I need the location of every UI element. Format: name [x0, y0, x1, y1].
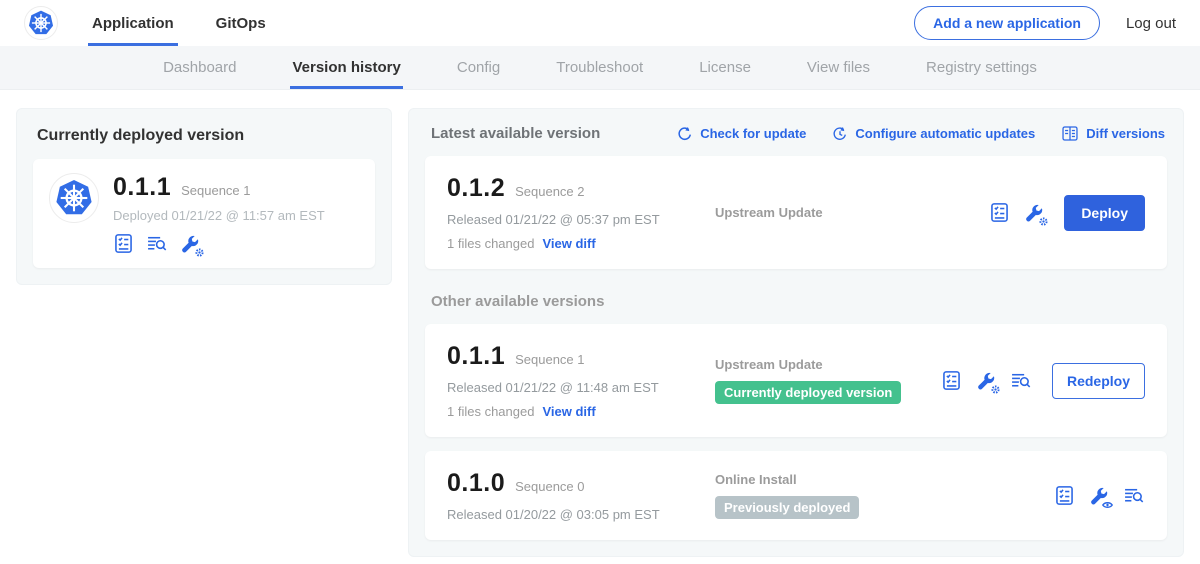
deploy-button[interactable]: Deploy — [1064, 195, 1145, 231]
deployed-version-info: 0.1.1 Sequence 1 Deployed 01/21/22 @ 11:… — [113, 173, 325, 254]
check-for-update-label: Check for update — [700, 126, 806, 141]
subnav-tab-view-files[interactable]: View files — [805, 46, 872, 89]
version-actions: Check for update Configure automatic upd… — [677, 125, 1165, 142]
sequence-label: Sequence 1 — [515, 352, 584, 367]
deployed-timestamp: Deployed 01/21/22 @ 11:57 am EST — [113, 208, 325, 223]
add-application-button[interactable]: Add a new application — [914, 6, 1100, 40]
wrench-gear-icon[interactable] — [180, 234, 200, 254]
config-checklist-icon[interactable] — [941, 370, 962, 391]
currently-deployed-card: 0.1.1 Sequence 1 Deployed 01/21/22 @ 11:… — [33, 159, 375, 268]
released-timestamp: Released 01/20/22 @ 03:05 pm EST — [447, 507, 715, 522]
released-timestamp: Released 01/21/22 @ 05:37 pm EST — [447, 212, 715, 227]
currently-deployed-badge: Currently deployed version — [715, 381, 901, 404]
currently-deployed-panel: Currently deployed version — [16, 108, 392, 285]
sequence-label: Sequence 2 — [515, 184, 584, 199]
main-content: Currently deployed version — [0, 90, 1200, 557]
subnav-tab-config[interactable]: Config — [455, 46, 502, 89]
subnav-tab-version-history[interactable]: Version history — [290, 46, 402, 89]
redeploy-button[interactable]: Redeploy — [1052, 363, 1145, 399]
gear-subicon — [991, 385, 1000, 394]
wrench-gear-icon[interactable] — [976, 371, 996, 391]
app-subnav: Dashboard Version history Config Trouble… — [0, 46, 1200, 90]
logs-icon[interactable] — [146, 233, 168, 254]
tab-gitops[interactable]: GitOps — [212, 0, 270, 46]
version-history-panel: Latest available version Check for updat… — [408, 108, 1184, 557]
kubernetes-logo-icon — [24, 6, 58, 40]
version-card-latest: 0.1.2 Sequence 2 Released 01/21/22 @ 05:… — [425, 156, 1167, 269]
configure-automatic-updates-link[interactable]: Configure automatic updates — [832, 126, 1035, 142]
configure-automatic-updates-label: Configure automatic updates — [855, 126, 1035, 141]
version-card: 0.1.0 Sequence 0 Released 01/20/22 @ 03:… — [425, 451, 1167, 540]
tab-application[interactable]: Application — [88, 0, 178, 46]
header-right: Add a new application Log out — [914, 0, 1176, 46]
diff-versions-link[interactable]: Diff versions — [1061, 125, 1165, 142]
files-changed-label: 1 files changed — [447, 236, 534, 251]
version-number: 0.1.2 — [447, 174, 505, 203]
subnav-tab-license[interactable]: License — [697, 46, 753, 89]
diff-icon — [1061, 125, 1079, 142]
view-diff-link[interactable]: View diff — [542, 404, 595, 419]
view-diff-link[interactable]: View diff — [542, 236, 595, 251]
config-checklist-icon[interactable] — [1054, 485, 1075, 506]
top-header: Application GitOps Add a new application… — [0, 0, 1200, 46]
logs-icon[interactable] — [1123, 485, 1145, 506]
deployed-sequence-label: Sequence 1 — [181, 183, 250, 198]
kubernetes-app-icon — [49, 173, 99, 223]
currently-deployed-title: Currently deployed version — [37, 127, 375, 145]
previously-deployed-badge: Previously deployed — [715, 496, 859, 519]
sequence-label: Sequence 0 — [515, 479, 584, 494]
subnav-tab-dashboard[interactable]: Dashboard — [161, 46, 238, 89]
wrench-gear-icon[interactable] — [1024, 203, 1044, 223]
version-source-label: Upstream Update — [715, 357, 941, 372]
subnav-tab-troubleshoot[interactable]: Troubleshoot — [554, 46, 645, 89]
refresh-icon — [677, 126, 693, 142]
schedule-icon — [832, 126, 848, 142]
version-source-label: Online Install — [715, 472, 1054, 487]
app-logo — [24, 0, 58, 46]
deployed-version-number: 0.1.1 — [113, 173, 171, 202]
gear-subicon — [195, 248, 204, 257]
latest-available-title: Latest available version — [431, 125, 600, 142]
eye-subicon — [1102, 501, 1113, 509]
check-for-update-link[interactable]: Check for update — [677, 126, 806, 142]
admin-console-page: Application GitOps Add a new application… — [0, 0, 1200, 564]
diff-versions-label: Diff versions — [1086, 126, 1165, 141]
subnav-tab-registry-settings[interactable]: Registry settings — [924, 46, 1039, 89]
gear-subicon — [1039, 217, 1048, 226]
files-changed-label: 1 files changed — [447, 404, 534, 419]
logs-icon[interactable] — [1010, 370, 1032, 391]
version-card: 0.1.1 Sequence 1 Released 01/21/22 @ 11:… — [425, 324, 1167, 437]
other-available-versions-title: Other available versions — [431, 293, 1165, 310]
version-source-label: Upstream Update — [715, 205, 989, 220]
version-number: 0.1.0 — [447, 469, 505, 498]
released-timestamp: Released 01/21/22 @ 11:48 am EST — [447, 380, 715, 395]
version-number: 0.1.1 — [447, 342, 505, 371]
logout-button[interactable]: Log out — [1126, 15, 1176, 32]
header-tabs: Application GitOps — [88, 0, 270, 46]
wrench-eye-icon[interactable] — [1089, 486, 1109, 506]
config-checklist-icon[interactable] — [989, 202, 1010, 223]
config-checklist-icon[interactable] — [113, 233, 134, 254]
